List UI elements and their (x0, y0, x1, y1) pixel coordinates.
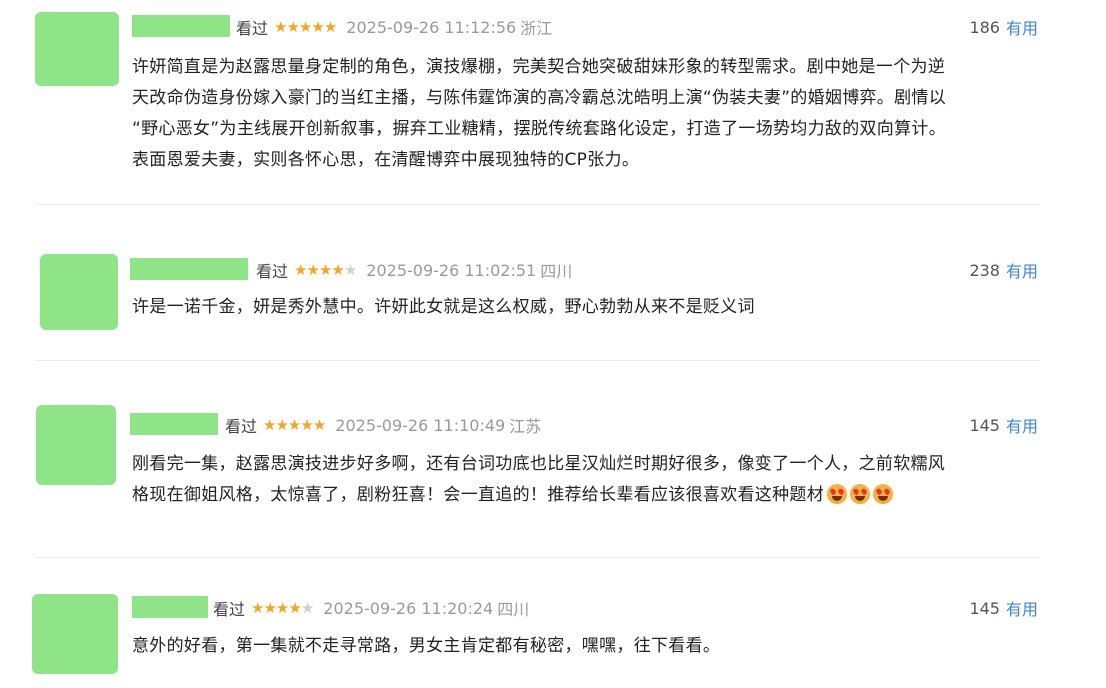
rating-stars: ★ ★ ★ ★ ★ (263, 415, 326, 434)
review-item: 看过 ★ ★ ★ ★ ★ 2025-09-26 11:10:49 江苏 145 有用 刚… (0, 395, 1106, 555)
review-line: 表面恩爱夫妻，实则各怀心思，在清醒博弈中展现独特的CP张力。 (132, 150, 640, 170)
divider (35, 557, 1040, 558)
review-location: 四川 (497, 600, 530, 619)
review-line: 天改命伪造身份嫁入豪门的当红主播，与陈伟霆饰演的高冷霸总沈皓明上演“伪装夫妻”的… (132, 88, 947, 108)
username-redacted[interactable] (130, 258, 248, 280)
watch-status: 看过 (225, 417, 258, 436)
review-content: 许是一诺千金，妍是秀外慧中。许妍此女就是这么权威，野心勃勃从来不是贬义词 (132, 292, 1052, 323)
review-item: 看过 ★ ★ ★ ★ ★ 2025-09-26 11:02:51 四川 238 有用 许… (0, 240, 1106, 360)
review-line: 许是一诺千金，妍是秀外慧中。许妍此女就是这么权威，野心勃勃从来不是贬义词 (132, 297, 755, 317)
avatar[interactable] (36, 405, 116, 485)
review-meta: 看过 ★ ★ ★ ★ ★ 2025-09-26 11:10:49 江苏 (225, 412, 541, 438)
star-filled-icon: ★ (263, 598, 276, 617)
star-filled-icon: ★ (300, 415, 313, 434)
avatar[interactable] (32, 594, 118, 674)
review-line: 刚看完一集，赵露思演技进步好多啊，还有台词功底也比星汉灿烂时期好很多，像变了一个… (132, 454, 946, 474)
avatar[interactable] (40, 254, 118, 330)
review-line-with-emoji: 格现在御姐风格，太惊喜了，剧粉狂喜！会一直追的！推荐给长辈看应该很喜欢看这种题材 (132, 480, 1052, 511)
useful-button[interactable]: 有用 (1006, 596, 1038, 620)
useful-button[interactable]: 有用 (1006, 15, 1038, 39)
review-meta: 看过 ★ ★ ★ ★ ★ 2025-09-26 11:12:56 浙江 (236, 14, 552, 40)
star-filled-icon: ★ (275, 415, 288, 434)
review-location: 四川 (540, 262, 573, 281)
review-content: 刚看完一集，赵露思演技进步好多啊，还有台词功底也比星汉灿烂时期好很多，像变了一个… (132, 449, 1052, 511)
username-redacted[interactable] (132, 596, 208, 618)
review-line: 格现在御姐风格，太惊喜了，剧粉狂喜！会一直追的！推荐给长辈看应该很喜欢看这种题材 (132, 485, 824, 505)
star-filled-icon: ★ (331, 260, 344, 279)
rating-stars: ★ ★ ★ ★ ★ (294, 260, 357, 279)
review-line: 许妍简直是为赵露思量身定制的角色，演技爆棚，完美契合她突破甜妹形象的转型需求。剧… (132, 57, 946, 77)
heart-eyes-emoji-icon (827, 484, 847, 504)
star-filled-icon: ★ (275, 598, 289, 617)
vote-area: 186 有用 (969, 14, 1038, 40)
divider (35, 204, 1040, 205)
vote-area: 145 有用 (969, 412, 1038, 438)
vote-count: 238 (969, 260, 1000, 280)
star-filled-icon: ★ (294, 260, 307, 279)
rating-stars: ★ ★ ★ ★ ★ (251, 598, 314, 617)
review-content: 许妍简直是为赵露思量身定制的角色，演技爆棚，完美契合她突破甜妹形象的转型需求。剧… (132, 52, 1052, 176)
vote-count: 145 (969, 415, 1000, 435)
review-meta: 看过 ★ ★ ★ ★ ★ 2025-09-26 11:02:51 四川 (256, 257, 572, 283)
star-filled-icon: ★ (274, 17, 287, 36)
username-redacted[interactable] (130, 413, 218, 435)
review-time: 2025-09-26 11:12:56 (346, 17, 517, 37)
star-filled-icon: ★ (251, 598, 264, 617)
vote-count: 186 (969, 17, 1000, 37)
review-line: “野心恶女”为主线展开创新叙事，摒弃工业糖精，摆脱传统套路化设定，打造了一场势均… (132, 119, 947, 139)
divider (35, 360, 1040, 361)
review-time: 2025-09-26 11:20:24 (323, 598, 494, 618)
review-location: 江苏 (509, 417, 542, 436)
rating-stars: ★ ★ ★ ★ ★ (274, 17, 337, 36)
heart-eyes-emoji-icon (873, 484, 893, 504)
star-filled-icon: ★ (263, 415, 276, 434)
star-filled-icon: ★ (311, 17, 324, 36)
star-empty-icon: ★ (300, 598, 314, 617)
star-filled-icon: ★ (323, 17, 337, 36)
watch-status: 看过 (213, 600, 246, 619)
review-time: 2025-09-26 11:02:51 (366, 260, 537, 280)
review-content: 意外的好看，第一集就不走寻常路，男女主肯定都有秘密，嘿嘿，往下看看。 (132, 631, 1052, 662)
star-filled-icon: ★ (306, 260, 319, 279)
star-filled-icon: ★ (287, 415, 301, 434)
review-item: 看过 ★ ★ ★ ★ ★ 2025-09-26 11:12:56 浙江 186 有用 许… (0, 0, 1106, 210)
star-filled-icon: ★ (286, 17, 299, 36)
star-filled-icon: ★ (318, 260, 332, 279)
vote-area: 238 有用 (969, 257, 1038, 283)
review-line: 意外的好看，第一集就不走寻常路，男女主肯定都有秘密，嘿嘿，往下看看。 (132, 636, 721, 656)
watch-status: 看过 (256, 262, 289, 281)
review-time: 2025-09-26 11:10:49 (335, 415, 506, 435)
star-filled-icon: ★ (298, 17, 312, 36)
vote-count: 145 (969, 598, 1000, 618)
star-filled-icon: ★ (288, 598, 301, 617)
review-meta: 看过 ★ ★ ★ ★ ★ 2025-09-26 11:20:24 四川 (213, 595, 529, 621)
useful-button[interactable]: 有用 (1006, 413, 1038, 437)
avatar[interactable] (35, 12, 119, 86)
watch-status: 看过 (236, 19, 269, 38)
star-empty-icon: ★ (343, 260, 357, 279)
review-location: 浙江 (520, 19, 553, 38)
username-redacted[interactable] (132, 15, 230, 37)
heart-eyes-emoji-icon (850, 484, 870, 504)
star-filled-icon: ★ (312, 415, 326, 434)
vote-area: 145 有用 (969, 595, 1038, 621)
review-item: 看过 ★ ★ ★ ★ ★ 2025-09-26 11:20:24 四川 145 有用 意… (0, 580, 1106, 688)
useful-button[interactable]: 有用 (1006, 258, 1038, 282)
